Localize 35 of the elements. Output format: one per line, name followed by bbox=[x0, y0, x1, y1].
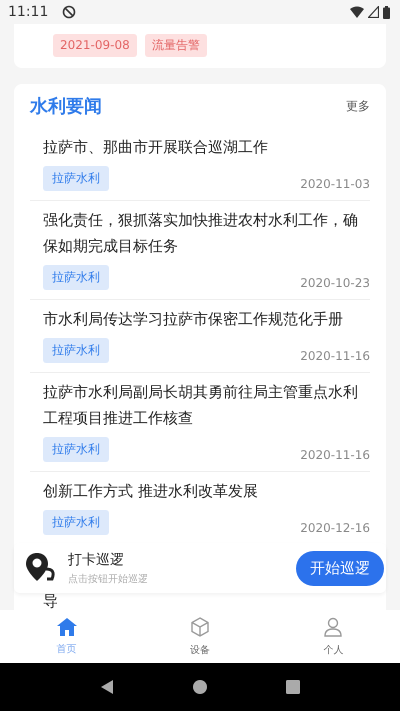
nav-tab[interactable]: 设备 bbox=[133, 610, 267, 663]
news-date: 2020-11-16 bbox=[300, 448, 370, 462]
battery-icon bbox=[383, 6, 390, 18]
news-title[interactable]: 拉萨市水利局副局长胡其勇前往局主管重点水利工程项目推进工作核查 bbox=[43, 379, 370, 431]
start-patrol-button[interactable]: 开始巡逻 bbox=[296, 550, 384, 586]
source-tag: 拉萨水利 bbox=[43, 265, 109, 290]
news-title[interactable]: 导 bbox=[43, 594, 59, 609]
news-title[interactable]: 拉萨市、那曲市开展联合巡湖工作 bbox=[43, 134, 370, 160]
news-date: 2020-11-16 bbox=[300, 349, 370, 363]
news-title[interactable]: 创新工作方式 推进水利改革发展 bbox=[43, 478, 370, 504]
source-tag: 拉萨水利 bbox=[43, 166, 109, 191]
person-icon bbox=[323, 616, 344, 636]
news-title[interactable]: 市水利局传达学习拉萨市保密工作规范化手册 bbox=[43, 306, 370, 332]
cube-icon bbox=[190, 616, 210, 636]
home-circle-icon[interactable] bbox=[192, 679, 208, 695]
section-title: 水利要闻 bbox=[30, 95, 102, 118]
signal-icon bbox=[368, 6, 379, 18]
status-time: 11:11 bbox=[8, 4, 48, 20]
home-icon bbox=[56, 618, 77, 636]
wifi-icon bbox=[350, 6, 364, 18]
more-link[interactable]: 更多 bbox=[346, 98, 370, 114]
source-tag: 拉萨水利 bbox=[43, 510, 109, 535]
news-date: 2020-11-03 bbox=[300, 177, 370, 191]
patrol-hint: 点击按钮开始巡逻 bbox=[68, 572, 149, 586]
patrol-title: 打卡巡逻 bbox=[68, 550, 125, 568]
source-tag: 拉萨水利 bbox=[43, 338, 109, 363]
news-date: 2020-12-16 bbox=[300, 521, 370, 535]
recents-icon[interactable] bbox=[285, 679, 302, 695]
back-icon[interactable] bbox=[98, 679, 115, 695]
alert-tag: 流量告警 bbox=[144, 34, 207, 57]
news-date: 2020-10-23 bbox=[300, 276, 370, 290]
nav-tab[interactable]: 个人 bbox=[266, 610, 400, 663]
news-title[interactable]: 强化责任，狠抓落实加快推进农村水利工作，确保如期完成目标任务 bbox=[43, 207, 370, 259]
alert-tag: 2021-09-08 bbox=[53, 34, 137, 57]
source-tag: 拉萨水利 bbox=[43, 437, 109, 462]
